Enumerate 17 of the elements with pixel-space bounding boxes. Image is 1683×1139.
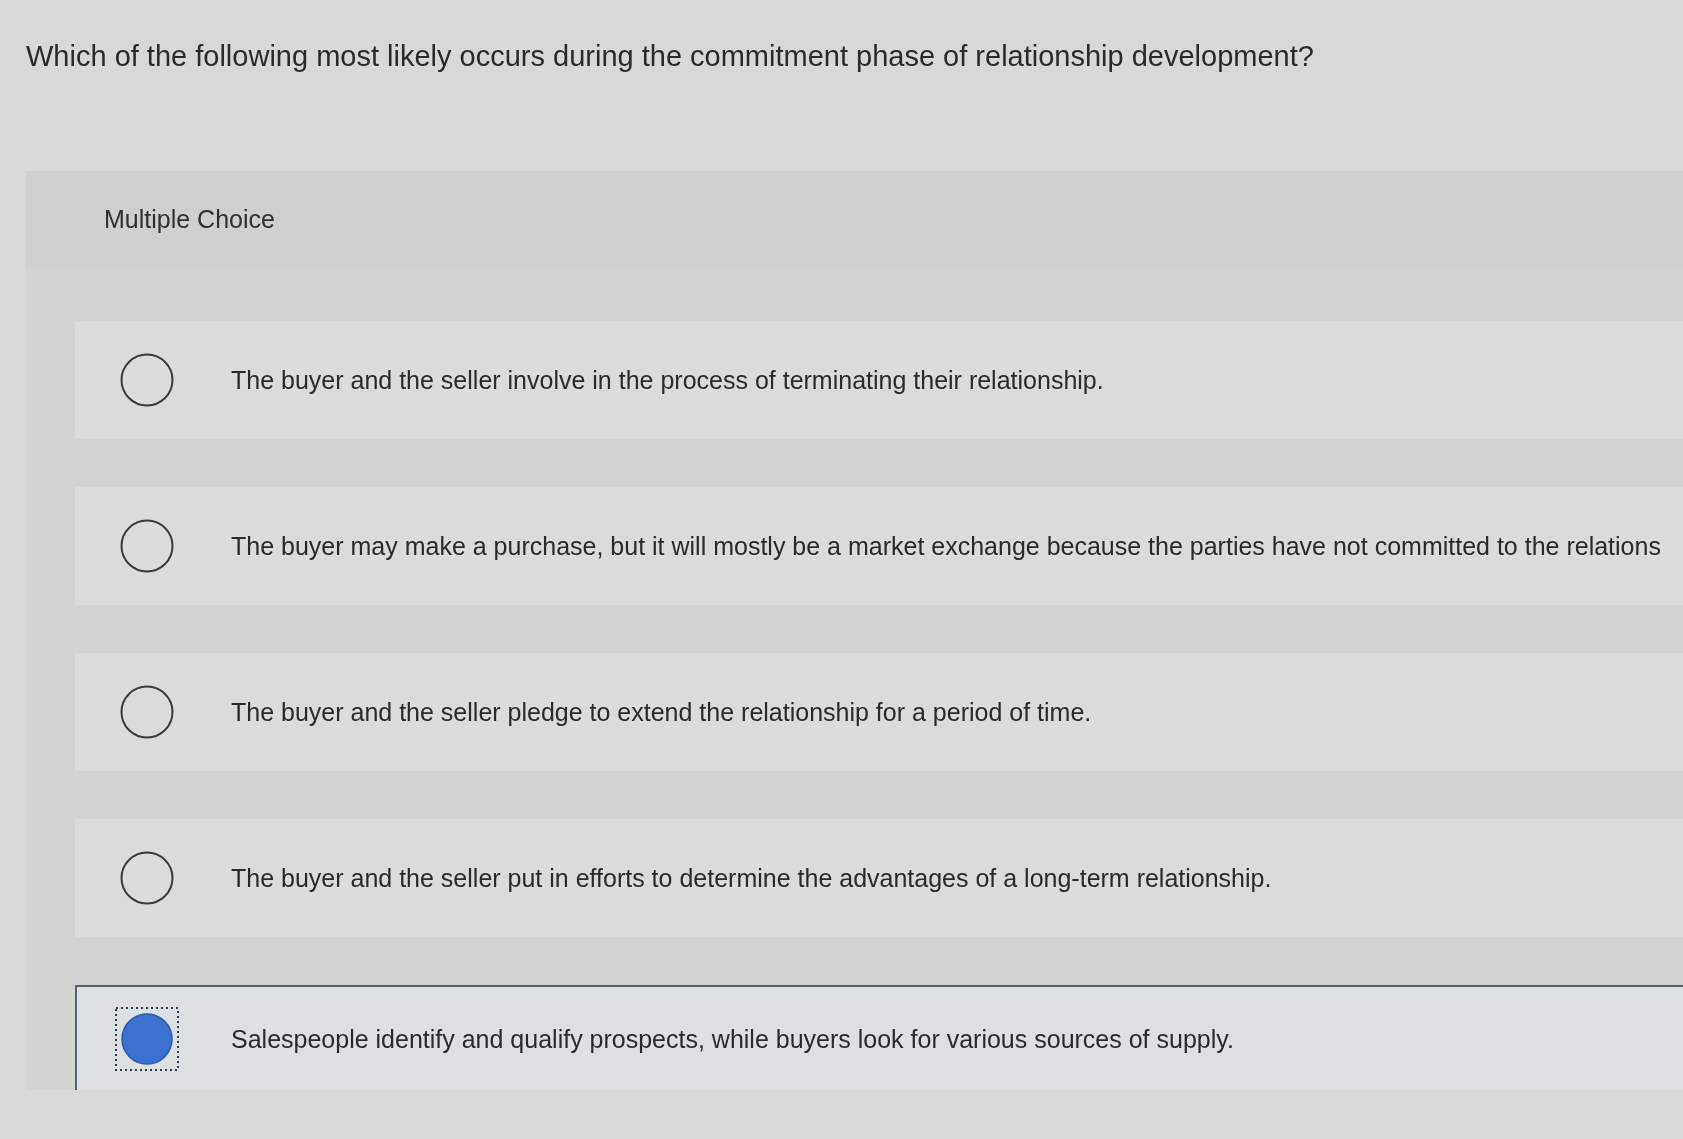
radio-button[interactable] xyxy=(115,1006,179,1071)
option-text: The buyer and the seller put in efforts to determine the advantages of a long-term relationship. xyxy=(231,863,1272,894)
radio-button[interactable] xyxy=(120,519,174,573)
radio-button[interactable] xyxy=(120,353,174,407)
panel-heading: Multiple Choice xyxy=(104,204,275,234)
radio-button[interactable] xyxy=(120,685,174,739)
option-text: The buyer and the seller involve in the process of terminating their relationship. xyxy=(231,365,1104,396)
option-text: Salespeople identify and qualify prospects, while buyers look for various sources of supply. xyxy=(231,1023,1234,1055)
answer-option[interactable]: Salespeople identify and qualify prospects, while buyers look for various sources of supply. xyxy=(75,985,1683,1090)
answer-option[interactable]: The buyer and the seller pledge to extend the relationship for a period of time. xyxy=(75,653,1683,771)
option-text: The buyer may make a purchase, but it will mostly be a market exchange because the parties have not committed to the relations xyxy=(231,531,1661,562)
answer-option[interactable]: The buyer and the seller put in efforts to determine the advantages of a long-term relationship. xyxy=(75,819,1683,937)
option-text: The buyer and the seller pledge to extend the relationship for a period of time. xyxy=(231,697,1092,728)
question-text: Which of the following most likely occurs during the commitment phase of relationship development? xyxy=(26,39,1314,74)
answer-option[interactable]: The buyer and the seller involve in the process of terminating their relationship. xyxy=(75,321,1683,439)
answer-option[interactable]: The buyer may make a purchase, but it will mostly be a market exchange because the parties have not committed to the relations xyxy=(75,487,1683,605)
radio-button[interactable] xyxy=(120,851,174,905)
